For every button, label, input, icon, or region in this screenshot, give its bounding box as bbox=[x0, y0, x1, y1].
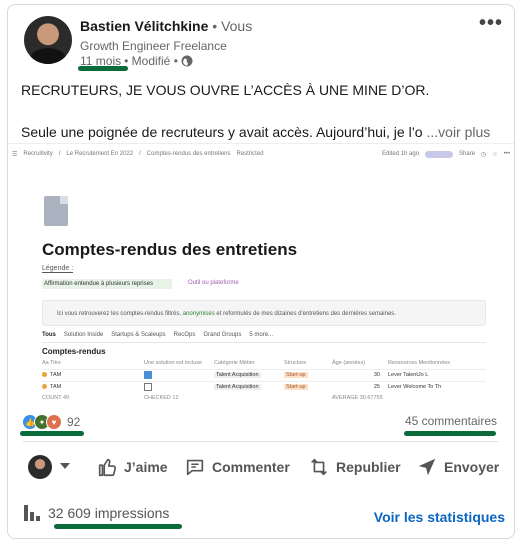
column-header: Structure bbox=[284, 360, 307, 366]
table-title: Comptes-rendus bbox=[42, 347, 106, 356]
table-header: Aa Titre Une solution est incluse Catégo… bbox=[42, 360, 486, 366]
thumbs-up-icon bbox=[98, 458, 116, 477]
comment-icon bbox=[186, 459, 204, 476]
row-title: TAM bbox=[50, 384, 62, 390]
view-tab: RecOps bbox=[173, 332, 196, 338]
legend-label: Légende : bbox=[42, 265, 74, 273]
column-header: Âge (années) bbox=[332, 360, 366, 366]
love-reaction-icon: ♥ bbox=[46, 414, 62, 430]
footer-count: COUNT 49 bbox=[42, 395, 70, 401]
table-row: TAM Talent Acquisition Start-up 30 Lever… bbox=[42, 369, 486, 381]
author-avatar[interactable] bbox=[24, 16, 72, 64]
repost-label: Republier bbox=[336, 459, 401, 475]
menu-icon: ☰ bbox=[12, 151, 18, 158]
row-category: Talent Acquisition bbox=[214, 384, 261, 390]
breadcrumb-3: Comptes-rendus des entretiens bbox=[146, 151, 231, 157]
post-text-line2: Seule une poignée de recruteurs y avait … bbox=[21, 124, 423, 140]
column-header: Une solution est incluse bbox=[144, 360, 203, 366]
author-headline: Growth Engineer Freelance bbox=[80, 39, 227, 53]
view-tab: Grand Groups bbox=[203, 332, 242, 338]
you-badge: • Vous bbox=[212, 18, 253, 34]
edited-label: • Modifié • bbox=[124, 54, 178, 68]
breadcrumb-2: Le Recrutement En 2022 bbox=[66, 151, 134, 157]
notion-page-title: Comptes-rendus des entretiens bbox=[42, 240, 298, 259]
view-tab: Solution Inside bbox=[63, 332, 104, 338]
send-button[interactable]: Envoyer bbox=[416, 456, 499, 478]
divider bbox=[23, 441, 498, 442]
send-icon bbox=[418, 458, 436, 476]
reactions[interactable]: 👍 ✦ ♥ 92 bbox=[22, 414, 80, 430]
highlight-underline-comments bbox=[404, 431, 496, 436]
view-stats-link[interactable]: Voir les statistiques bbox=[374, 509, 505, 525]
highlight-underline-impressions bbox=[54, 524, 182, 529]
footer-checked: CHECKED 12 bbox=[144, 395, 179, 401]
view-tab: Startups & Scaleups bbox=[111, 332, 166, 338]
highlight-underline-age bbox=[78, 66, 128, 71]
row-structure: Start-up bbox=[284, 372, 308, 378]
legend-green: Affirmation entendue à plusieurs reprise… bbox=[42, 279, 172, 289]
view-tabs: Tous Solution Inside Startups & Scaleups… bbox=[42, 332, 273, 338]
like-label: J’aime bbox=[124, 459, 168, 475]
column-header: Catégorie Métier bbox=[214, 360, 255, 366]
row-age: 25 bbox=[373, 384, 380, 390]
notion-screenshot[interactable]: ☰ Recruitivity / Le Recrutement En 2022/ … bbox=[8, 143, 514, 406]
like-button[interactable]: J’aime bbox=[96, 456, 168, 478]
column-header: Aa Titre bbox=[42, 360, 61, 366]
share-label: Share bbox=[459, 151, 476, 157]
row-category: Talent Acquisition bbox=[214, 372, 261, 378]
callout-text-b: et reformulés de mes dizaines d'entretie… bbox=[214, 311, 396, 317]
view-tab: 5 more... bbox=[249, 332, 274, 338]
divider bbox=[42, 342, 486, 343]
column-header: Ressources Mentionnées bbox=[388, 360, 451, 366]
footer-average: AVERAGE 30.67755 bbox=[332, 395, 383, 401]
send-label: Envoyer bbox=[444, 459, 500, 475]
edited-time: Edited 1h ago bbox=[382, 151, 420, 157]
row-resources: Lever TalentJo L bbox=[388, 372, 429, 378]
callout-highlight: anonymisés bbox=[182, 311, 215, 317]
more-options-icon[interactable]: ••• bbox=[479, 13, 503, 33]
document-icon bbox=[44, 196, 68, 226]
collaborators-avatars bbox=[425, 150, 454, 158]
legend-tool: Outil ou plateforme bbox=[188, 280, 239, 286]
post-text-line1: RECRUTEURS, JE VOUS OUVRE L’ACCÈS À UNE … bbox=[21, 82, 430, 98]
row-resources: Lever Welcome To Th bbox=[388, 384, 442, 390]
row-title: TAM bbox=[50, 372, 62, 378]
breadcrumb-1: Recruitivity bbox=[23, 151, 53, 157]
row-checkbox bbox=[144, 382, 152, 391]
callout-text-a: Ici vous retrouverez les comptes-rendus … bbox=[57, 311, 183, 317]
comments-count[interactable]: 45 commentaires bbox=[405, 414, 497, 428]
row-structure: Start-up bbox=[284, 384, 308, 390]
notion-topbar: ☰ Recruitivity / Le Recrutement En 2022/ … bbox=[12, 150, 510, 158]
chevron-down-icon[interactable] bbox=[60, 463, 70, 469]
table-footer: COUNT 49 CHECKED 12 AVERAGE 30.67755 bbox=[42, 395, 486, 401]
restricted-label: Restricted bbox=[236, 151, 264, 157]
comment-label: Commenter bbox=[212, 459, 290, 475]
callout: Ici vous retrouverez les comptes-rendus … bbox=[42, 300, 486, 326]
globe-icon bbox=[181, 55, 193, 67]
repost-icon bbox=[311, 458, 327, 476]
dots-icon: ••• bbox=[503, 151, 510, 157]
impressions-count: 32 609 impressions bbox=[48, 505, 170, 521]
star-icon: ☆ bbox=[492, 151, 498, 158]
see-more-link[interactable]: ...voir plus bbox=[426, 124, 490, 140]
row-checkbox bbox=[144, 370, 152, 379]
highlight-underline-reactions bbox=[20, 431, 84, 436]
action-bar: J’aime Commenter Republier Envoyer bbox=[28, 452, 499, 484]
impressions-row[interactable]: 32 609 impressions bbox=[24, 505, 169, 521]
post-body: RECRUTEURS, JE VOUS OUVRE L’ACCÈS À UNE … bbox=[21, 80, 501, 142]
clock-icon: ◷ bbox=[481, 151, 487, 158]
comment-button[interactable]: Commenter bbox=[184, 456, 290, 478]
reactions-count: 92 bbox=[67, 415, 81, 429]
bar-chart-icon bbox=[24, 505, 40, 521]
author-name[interactable]: Bastien Vélitchkine bbox=[80, 18, 208, 34]
row-age: 30 bbox=[373, 372, 380, 378]
table-row: TAM Talent Acquisition Start-up 25 Lever… bbox=[42, 381, 486, 393]
repost-button[interactable]: Republier bbox=[308, 456, 401, 478]
actor-avatar[interactable] bbox=[28, 455, 52, 479]
view-tab: Tous bbox=[42, 332, 56, 338]
